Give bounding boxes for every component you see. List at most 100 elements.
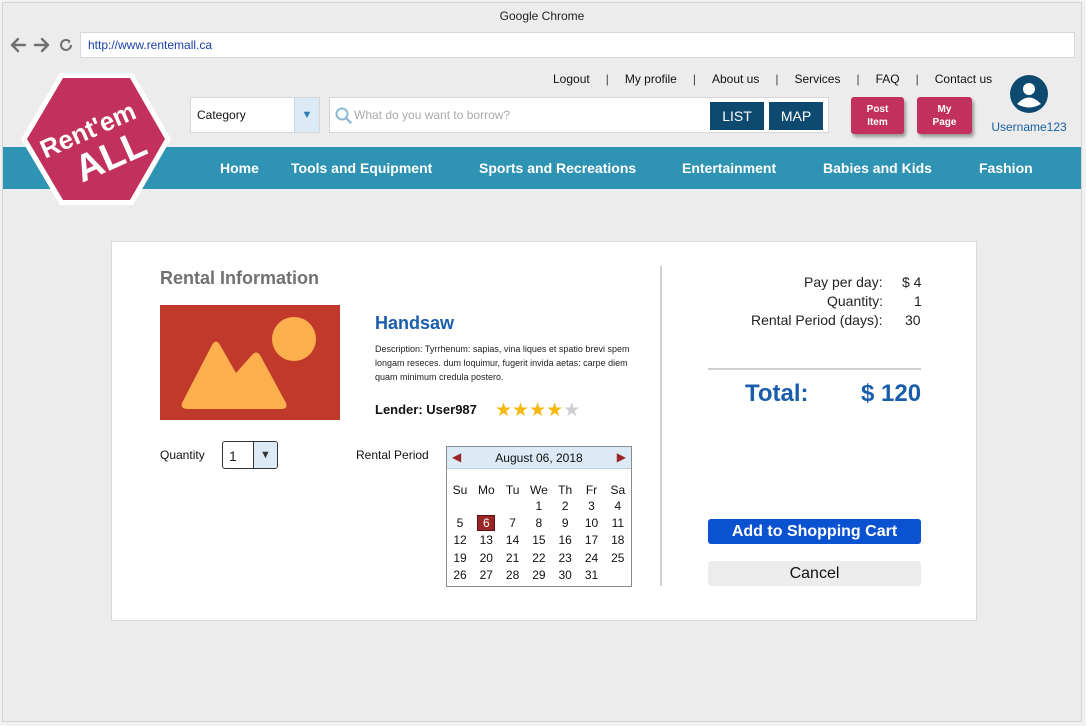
nav-babies-and-kids[interactable]: Babies and Kids: [823, 160, 932, 176]
back-icon[interactable]: [8, 35, 28, 55]
image-placeholder-icon: [160, 305, 340, 420]
separator: |: [775, 72, 779, 86]
list-button[interactable]: LIST: [710, 102, 764, 130]
summary-quantity-value: 1: [914, 293, 922, 309]
weekday-label: We: [529, 483, 548, 497]
pay-per-day-value: $ 4: [902, 274, 922, 290]
calendar-header: ◀ August 06, 2018 ▶: [447, 447, 631, 469]
calendar-day[interactable]: 12: [447, 533, 473, 547]
calendar-day[interactable]: 2: [552, 499, 578, 513]
faq-link[interactable]: FAQ: [876, 72, 900, 86]
calendar-day[interactable]: 18: [605, 533, 631, 547]
add-to-cart-button[interactable]: Add to Shopping Cart: [708, 519, 921, 544]
calendar-day[interactable]: 13: [473, 533, 499, 547]
weekday-label: Th: [558, 483, 573, 497]
nav-home[interactable]: Home: [220, 160, 259, 176]
separator: |: [856, 72, 860, 86]
post-item-button[interactable]: Post Item: [851, 97, 904, 134]
nav-tools-and-equipment[interactable]: Tools and Equipment: [291, 160, 432, 176]
calendar-day[interactable]: 10: [579, 516, 605, 530]
separator: |: [692, 72, 696, 86]
site-logo[interactable]: Rent'em ALL: [15, 69, 175, 209]
chevron-down-icon[interactable]: ▼: [253, 442, 277, 468]
calendar-day[interactable]: 25: [605, 551, 631, 565]
separator: |: [605, 72, 609, 86]
about-us-link[interactable]: About us: [712, 72, 759, 86]
calendar-day[interactable]: 8: [526, 516, 552, 530]
browser-window: Google Chrome http://www.rentemall.ca Lo…: [2, 2, 1082, 722]
forward-icon[interactable]: [32, 35, 52, 55]
window-title: Google Chrome: [3, 3, 1081, 29]
calendar-day[interactable]: 19: [447, 551, 473, 565]
calendar-day[interactable]: 15: [526, 533, 552, 547]
quantity-select[interactable]: 1 ▼: [222, 441, 278, 469]
weekday-label: Tu: [505, 483, 520, 497]
product-name: Handsaw: [375, 313, 455, 333]
calendar-day[interactable]: 17: [579, 533, 605, 547]
total-value: $ 120: [861, 380, 922, 407]
calendar-day[interactable]: 14: [500, 533, 526, 547]
chevron-down-icon[interactable]: ▼: [294, 98, 319, 132]
calendar-day-selected[interactable]: 6: [477, 515, 496, 532]
lender-label: Lender: User987: [375, 402, 477, 417]
calendar-day[interactable]: 30: [552, 568, 578, 582]
weekday-label: Mo: [477, 483, 495, 497]
calendar-day[interactable]: 20: [473, 551, 499, 565]
horizontal-divider: [708, 368, 921, 370]
star-filled-icon: ★: [529, 400, 547, 421]
username[interactable]: Username123: [990, 120, 1068, 134]
calendar-day[interactable]: 26: [447, 568, 473, 582]
rental-period-label: Rental Period: [356, 448, 429, 462]
rental-card: Rental Information Handsaw Description: …: [111, 241, 977, 621]
calendar-day[interactable]: 3: [579, 499, 605, 513]
next-month-icon[interactable]: ▶: [617, 450, 626, 464]
my-profile-link[interactable]: My profile: [625, 72, 677, 86]
nav-sports-and-recreations[interactable]: Sports and Recreations: [479, 160, 636, 176]
weekday-label: Fr: [585, 483, 598, 497]
calendar-day[interactable]: 7: [500, 516, 526, 530]
website: Logout | My profile | About us | Service…: [3, 63, 1081, 721]
calendar-day[interactable]: 28: [500, 568, 526, 582]
calendar-day[interactable]: 5: [447, 516, 473, 530]
calendar-day[interactable]: 29: [526, 568, 552, 582]
rental-period-days-label: Rental Period (days):: [751, 312, 883, 328]
quantity-value: 1: [229, 448, 237, 464]
rental-period-days-value: 30: [905, 312, 921, 328]
services-link[interactable]: Services: [794, 72, 840, 86]
reload-icon[interactable]: [56, 35, 76, 55]
calendar-day[interactable]: 23: [552, 551, 578, 565]
star-filled-icon: ★: [546, 400, 564, 421]
star-empty-icon: ★: [563, 400, 581, 421]
category-dropdown[interactable]: Category ▼: [190, 97, 320, 133]
nav-fashion[interactable]: Fashion: [979, 160, 1033, 176]
contact-us-link[interactable]: Contact us: [935, 72, 992, 86]
search-bar: LIST MAP: [329, 97, 829, 133]
calendar-day[interactable]: 31: [579, 568, 605, 582]
calendar-day[interactable]: 27: [473, 568, 499, 582]
calendar-day[interactable]: 11: [605, 516, 631, 530]
calendar-day[interactable]: 22: [526, 551, 552, 565]
search-input[interactable]: [354, 99, 704, 131]
summary-quantity-label: Quantity:: [827, 293, 884, 309]
calendar-day[interactable]: 1: [526, 499, 552, 513]
category-label: Category: [197, 108, 246, 122]
nav-entertainment[interactable]: Entertainment: [682, 160, 776, 176]
user-avatar-icon[interactable]: [990, 75, 1068, 118]
calendar-day[interactable]: 24: [579, 551, 605, 565]
weekday-label: Sa: [610, 483, 626, 497]
separator: |: [915, 72, 919, 86]
calendar-day[interactable]: 9: [552, 516, 578, 530]
browser-toolbar: http://www.rentemall.ca: [3, 29, 1081, 63]
calendar-day[interactable]: 21: [500, 551, 526, 565]
cancel-button[interactable]: Cancel: [708, 561, 921, 586]
star-filled-icon: ★: [495, 400, 513, 421]
section-title: Rental Information: [160, 268, 320, 288]
map-button[interactable]: MAP: [769, 102, 823, 130]
calendar-day[interactable]: 16: [552, 533, 578, 547]
calendar-day[interactable]: 4: [605, 499, 631, 513]
user-menu[interactable]: Username123: [990, 75, 1068, 134]
logout-link[interactable]: Logout: [553, 72, 590, 86]
search-icon: [335, 107, 352, 129]
my-page-button[interactable]: My Page: [917, 97, 972, 134]
address-bar[interactable]: http://www.rentemall.ca: [80, 32, 1075, 58]
